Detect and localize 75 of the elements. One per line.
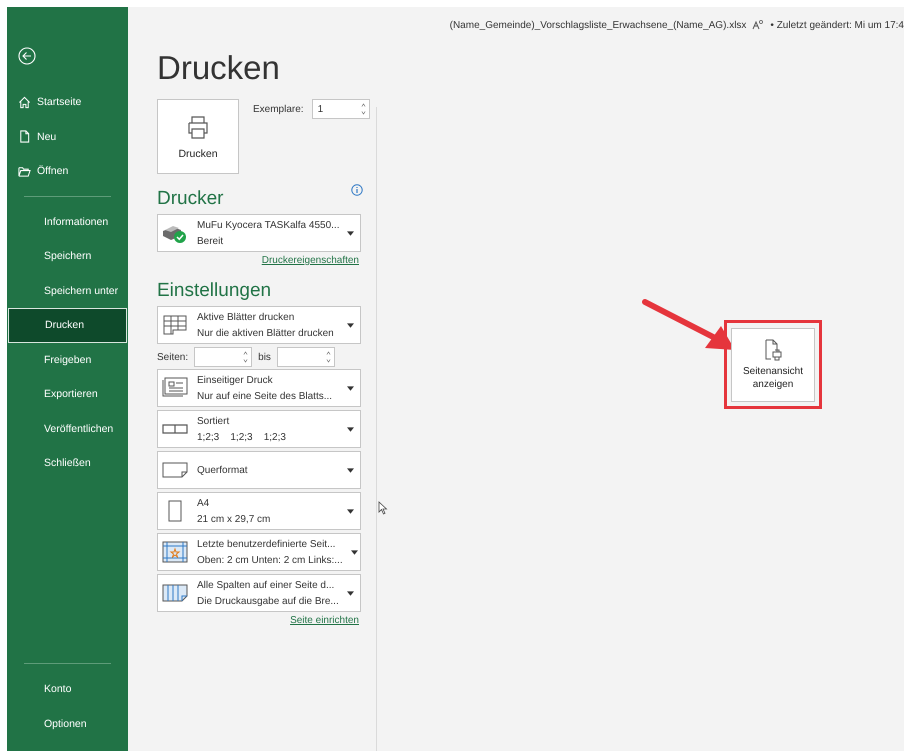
- setting-title: Querformat: [197, 464, 249, 476]
- printer-name: MuFu Kyocera TASKalfa 4550...: [197, 220, 340, 230]
- sidebar-item[interactable]: Neu: [7, 120, 128, 154]
- printer-dropdown[interactable]: MuFu Kyocera TASKalfa 4550... Bereit: [157, 214, 361, 252]
- page-from-field[interactable]: [194, 347, 252, 367]
- sidebar-item-label: Öffnen: [37, 165, 68, 178]
- page-title: Drucken: [157, 49, 281, 87]
- sidebar-item[interactable]: Speichern unter: [7, 274, 128, 308]
- sidebar-item[interactable]: Veröffentlichen: [7, 412, 128, 446]
- caret-icon: [347, 230, 354, 236]
- setting-dropdown[interactable]: Einseitiger Druck Nur auf eine Seite des Blatts...: [157, 369, 361, 407]
- setting-dropdown[interactable]: Querformat: [157, 451, 361, 489]
- setting-dropdown[interactable]: Letzte benutzerdefinierte Seit... Oben: 2 cm Unten: 2 cm Links:...: [157, 533, 361, 571]
- copies-field[interactable]: 1: [312, 99, 370, 119]
- setting-description: Die Druckausgabe auf die Bre...: [197, 596, 339, 606]
- sidebar-item-label: Startseite: [37, 96, 82, 108]
- margins-icon: [161, 540, 189, 564]
- pages-label: Seiten:: [157, 352, 188, 362]
- caret-icon: [347, 590, 354, 596]
- setting-dropdown[interactable]: A4 21 cm x 29,7 cm: [157, 492, 361, 530]
- section-heading: Drucker: [157, 188, 224, 210]
- setting-title: Einseitiger Druck: [197, 374, 274, 386]
- sidebar-item[interactable]: Schließen: [7, 446, 128, 480]
- setting-title: Letzte benutzerdefinierte Seit...: [197, 538, 336, 550]
- cursor-icon: [378, 501, 388, 515]
- back-icon[interactable]: [18, 47, 36, 65]
- sidebar-item[interactable]: Optionen: [7, 706, 128, 741]
- last-modified: • Zuletzt geändert: Mi um 17:4: [770, 20, 904, 30]
- setting-dropdown[interactable]: Alle Spalten auf einer Seite d... Die Druckausgabe auf die Bre...: [157, 574, 361, 612]
- caret-icon: [350, 550, 358, 554]
- printer-status: Bereit: [197, 236, 224, 246]
- setting-title: Alle Spalten auf einer Seite d...: [197, 580, 336, 590]
- section-heading: Einstellungen: [157, 280, 272, 302]
- setting-title: A4: [197, 498, 210, 508]
- info-icon[interactable]: [351, 184, 363, 196]
- spinner-icon: [360, 102, 366, 116]
- sidebar-item[interactable]: Informationen: [7, 204, 128, 239]
- printer-properties-link[interactable]: Druckereigenschaften: [157, 255, 359, 266]
- sidebar-item-label: Neu: [37, 130, 56, 143]
- home-icon: [18, 96, 31, 109]
- caret-icon: [347, 426, 354, 432]
- caret-icon: [347, 322, 354, 328]
- sidebar-item[interactable]: Konto: [7, 672, 128, 706]
- document-icon: [18, 130, 31, 144]
- sidebar-item[interactable]: Speichern: [7, 239, 128, 274]
- caret-icon: [347, 468, 354, 472]
- copies-label: Exemplare:: [253, 104, 304, 114]
- sidebar-item[interactable]: Exportieren: [7, 377, 128, 412]
- caret-icon: [347, 508, 354, 514]
- setting-description: Nur die aktiven Blätter drucken: [197, 328, 335, 338]
- setting-description: 1;2;3 1;2;3 1;2;3: [197, 432, 287, 442]
- setting-dropdown[interactable]: Aktive Blätter drucken Nur die aktiven Blätter drucken: [157, 306, 361, 344]
- share-icon: [752, 20, 764, 30]
- file-name: (Name_Gemeinde)_Vorschlagsliste_Erwachsene_(Name_AG).xlsx: [450, 20, 746, 30]
- sidebar-item[interactable]: Öffnen: [7, 154, 128, 188]
- page-preview-icon: [764, 338, 782, 360]
- spinner-icon: [243, 350, 248, 364]
- caret-icon: [347, 386, 354, 390]
- setting-description: 21 cm x 29,7 cm: [197, 514, 272, 524]
- page-preview-button[interactable]: Seitenansicht anzeigen: [731, 328, 815, 402]
- spinner-icon: [326, 350, 331, 364]
- grid-icon: [161, 313, 189, 337]
- to-label: bis: [258, 352, 271, 362]
- sidebar-item[interactable]: Freigeben: [7, 342, 128, 377]
- folder-icon: [18, 164, 31, 178]
- print-button[interactable]: Drucken: [157, 99, 239, 174]
- page-to-field[interactable]: [276, 347, 335, 367]
- setting-title: Sortiert: [197, 416, 230, 426]
- setting-title: Aktive Blätter drucken: [197, 312, 296, 322]
- setting-dropdown[interactable]: Sortiert 1;2;3 1;2;3 1;2;3: [157, 410, 361, 448]
- setting-description: Oben: 2 cm Unten: 2 cm Links:...: [197, 554, 343, 566]
- page-setup-link[interactable]: Seite einrichten: [157, 615, 359, 626]
- sidebar-item[interactable]: Startseite: [7, 85, 128, 120]
- sidebar-item[interactable]: Drucken: [8, 308, 127, 342]
- setting-description: Nur auf eine Seite des Blatts...: [197, 390, 334, 402]
